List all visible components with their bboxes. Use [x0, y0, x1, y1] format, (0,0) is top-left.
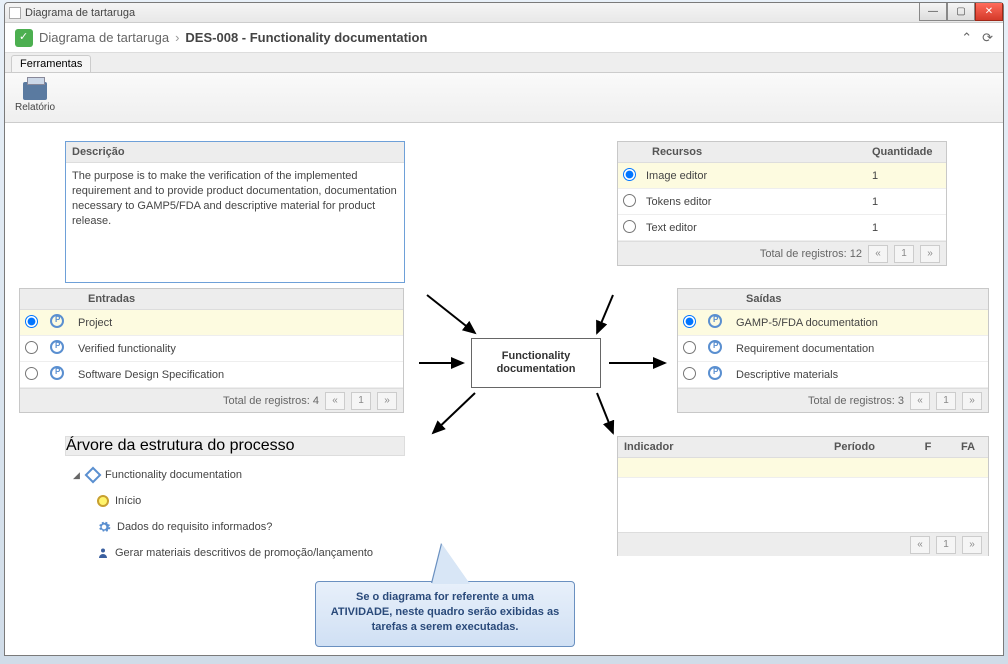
- process-icon: [708, 366, 722, 380]
- diamond-icon: [85, 467, 102, 484]
- next-page-button[interactable]: »: [377, 392, 397, 410]
- row-radio[interactable]: [683, 367, 696, 380]
- page-number: 1: [351, 392, 371, 410]
- process-tree-panel: Árvore da estrutura do processo ◢ Functi…: [65, 436, 405, 581]
- help-callout: Se o diagrama for referente a uma ATIVID…: [315, 581, 575, 647]
- row-radio[interactable]: [25, 341, 38, 354]
- tree-item[interactable]: Gerar materiais descritivos de promoção/…: [69, 540, 401, 566]
- process-icon: [50, 366, 64, 380]
- recursos-row[interactable]: Tokens editor 1: [618, 189, 946, 215]
- indicador-footer: « 1 »: [618, 532, 988, 556]
- page-number: 1: [936, 536, 956, 554]
- window-title: Diagrama de tartaruga: [25, 7, 135, 19]
- start-icon: [97, 495, 109, 507]
- saidas-row[interactable]: Descriptive materials: [678, 362, 988, 388]
- prev-page-button[interactable]: «: [325, 392, 345, 410]
- title-bar: Diagrama de tartaruga — ▢ ✕: [5, 3, 1003, 23]
- indicador-col-fa: FA: [948, 437, 988, 457]
- indicador-col-periodo: Período: [828, 437, 908, 457]
- chevron-right-icon: ›: [175, 30, 179, 45]
- report-label: Relatório: [15, 102, 55, 113]
- page-title: DES-008 - Functionality documentation: [185, 30, 427, 45]
- recursos-col-qty: Quantidade: [866, 142, 946, 162]
- description-body: The purpose is to make the verification …: [66, 163, 404, 234]
- row-radio[interactable]: [25, 315, 38, 328]
- recursos-panel: Recursos Quantidade Image editor 1 Token…: [617, 141, 947, 266]
- entradas-row[interactable]: Project: [20, 310, 403, 336]
- process-icon: [50, 340, 64, 354]
- diagram-canvas: Descrição The purpose is to make the ver…: [5, 123, 1003, 653]
- description-panel: Descrição The purpose is to make the ver…: [65, 141, 405, 283]
- indicador-panel: Indicador Período F FA « 1 »: [617, 436, 989, 556]
- recursos-footer: Total de registros: 12 « 1 »: [618, 241, 946, 265]
- row-radio[interactable]: [623, 168, 636, 181]
- prev-page-button[interactable]: «: [910, 392, 930, 410]
- row-radio[interactable]: [623, 220, 636, 233]
- entradas-row[interactable]: Software Design Specification: [20, 362, 403, 388]
- callout-text: Se o diagrama for referente a uma ATIVID…: [331, 591, 559, 633]
- next-page-button[interactable]: »: [962, 392, 982, 410]
- indicador-col-name: Indicador: [618, 437, 828, 457]
- tree-item[interactable]: Início: [69, 488, 401, 514]
- entradas-panel: Entradas Project Verified functionality …: [19, 288, 404, 413]
- page-number: 1: [936, 392, 956, 410]
- gear-icon: [97, 520, 111, 534]
- close-button[interactable]: ✕: [975, 3, 1003, 21]
- person-icon: [97, 547, 109, 559]
- next-page-button[interactable]: »: [962, 536, 982, 554]
- page-number: 1: [894, 245, 914, 263]
- entradas-footer: Total de registros: 4 « 1 »: [20, 388, 403, 412]
- tab-ferramentas[interactable]: Ferramentas: [11, 55, 91, 72]
- tree-root[interactable]: ◢ Functionality documentation: [69, 462, 401, 488]
- recursos-col-name: Recursos: [646, 142, 866, 162]
- saidas-panel: Saídas GAMP-5/FDA documentation Requirem…: [677, 288, 989, 413]
- breadcrumb: Diagrama de tartaruga › DES-008 - Functi…: [5, 23, 1003, 53]
- next-page-button[interactable]: »: [920, 245, 940, 263]
- callout-tail: [432, 544, 470, 584]
- caret-down-icon[interactable]: ◢: [73, 470, 81, 481]
- entradas-header: Entradas: [82, 289, 403, 309]
- printer-icon: [23, 82, 47, 100]
- maximize-button[interactable]: ▢: [947, 3, 975, 21]
- process-icon: [50, 314, 64, 328]
- center-activity[interactable]: Functionality documentation: [471, 338, 601, 388]
- minimize-button[interactable]: —: [919, 3, 947, 21]
- refresh-icon[interactable]: ⟳: [982, 30, 993, 46]
- app-icon: [15, 29, 33, 47]
- row-radio[interactable]: [683, 315, 696, 328]
- tab-bar: Ferramentas: [5, 53, 1003, 73]
- process-icon: [708, 340, 722, 354]
- doc-icon: [9, 7, 21, 19]
- indicador-col-f: F: [908, 437, 948, 457]
- prev-page-button[interactable]: «: [910, 536, 930, 554]
- row-radio[interactable]: [683, 341, 696, 354]
- indicador-row[interactable]: [618, 458, 988, 478]
- prev-page-button[interactable]: «: [868, 245, 888, 263]
- toolbar: Relatório: [5, 73, 1003, 123]
- entradas-row[interactable]: Verified functionality: [20, 336, 403, 362]
- row-radio[interactable]: [623, 194, 636, 207]
- saidas-footer: Total de registros: 3 « 1 »: [678, 388, 988, 412]
- report-button[interactable]: Relatório: [15, 82, 55, 113]
- tree-header: Árvore da estrutura do processo: [65, 436, 405, 456]
- recursos-row[interactable]: Image editor 1: [618, 163, 946, 189]
- recursos-row[interactable]: Text editor 1: [618, 215, 946, 241]
- window-controls: — ▢ ✕: [919, 3, 1003, 21]
- tree-item[interactable]: Dados do requisito informados?: [69, 514, 401, 540]
- collapse-icon[interactable]: ⌃: [961, 30, 972, 46]
- saidas-row[interactable]: GAMP-5/FDA documentation: [678, 310, 988, 336]
- process-icon: [708, 314, 722, 328]
- saidas-row[interactable]: Requirement documentation: [678, 336, 988, 362]
- breadcrumb-root[interactable]: Diagrama de tartaruga: [39, 30, 169, 45]
- row-radio[interactable]: [25, 367, 38, 380]
- description-header: Descrição: [66, 142, 404, 163]
- app-window: Diagrama de tartaruga — ▢ ✕ Diagrama de …: [4, 2, 1004, 656]
- saidas-header: Saídas: [740, 289, 988, 309]
